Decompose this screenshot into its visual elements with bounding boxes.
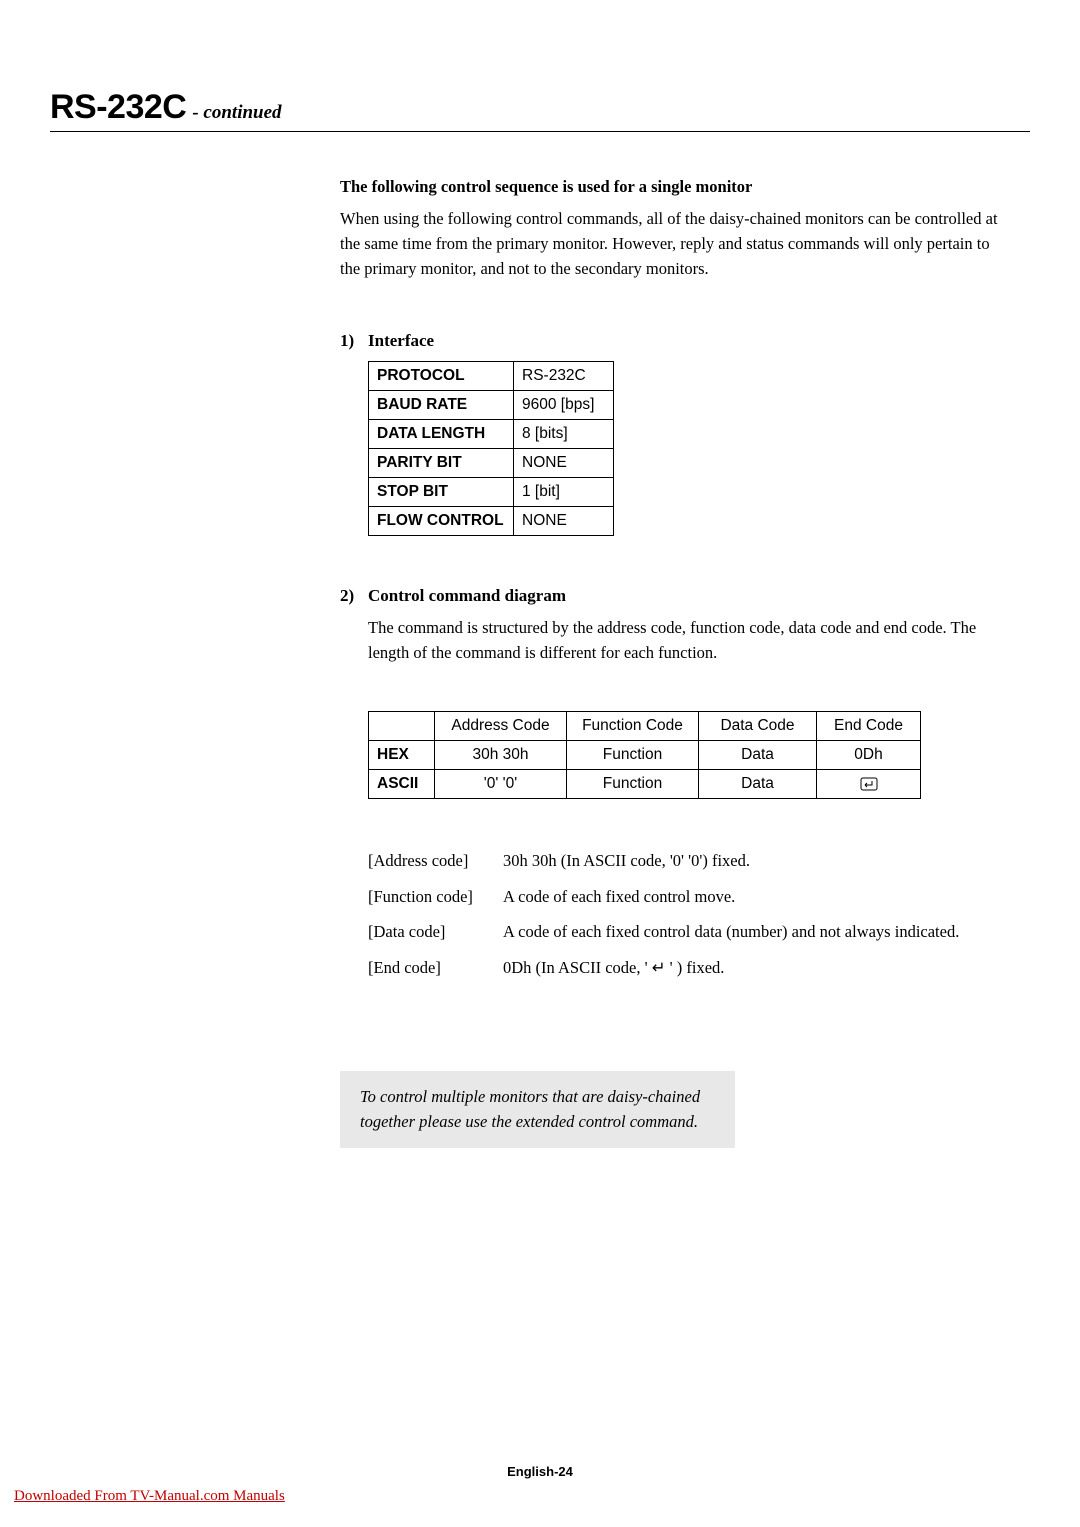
table-row: HEX 30h 30h Function Data 0Dh [369,740,921,769]
intro-paragraph: When using the following control command… [340,207,1005,281]
definition-value: 0Dh (In ASCII code, ' ↵ ' ) fixed. [503,956,1005,981]
definition-label: [Data code] [368,920,503,945]
table-cell-label: ASCII [369,769,435,798]
definition-value: 30h 30h (In ASCII code, '0' '0') fixed. [503,849,1005,874]
table-cell-value: NONE [514,449,614,478]
section-1-number: 1) [340,331,368,351]
section-2-header: 2) Control command diagram [340,586,1005,606]
table-cell-label: DATA LENGTH [369,420,514,449]
intro-heading: The following control sequence is used f… [340,177,1005,197]
table-row: BAUD RATE 9600 [bps] [369,391,614,420]
content-area: The following control sequence is used f… [340,177,1005,1148]
table-cell-label: FLOW CONTROL [369,507,514,536]
definition-value: A code of each fixed control move. [503,885,1005,910]
table-cell: Data [699,769,817,798]
section-2-number: 2) [340,586,368,606]
definition-row: [End code] 0Dh (In ASCII code, ' ↵ ' ) f… [368,956,1005,981]
section-1-header: 1) Interface [340,331,1005,351]
table-cell-value: 1 [bit] [514,478,614,507]
table-cell-label: STOP BIT [369,478,514,507]
header-title: RS-232C [50,88,186,127]
table-row: DATA LENGTH 8 [bits] [369,420,614,449]
table-row: ASCII '0' '0' Function Data [369,769,921,798]
section-2-title: Control command diagram [368,586,566,606]
table-cell: Data [699,740,817,769]
definition-row: [Address code] 30h 30h (In ASCII code, '… [368,849,1005,874]
table-header-row: Address Code Function Code Data Code End… [369,711,921,740]
page-header: RS-232C - continued [50,88,1030,132]
table-row: STOP BIT 1 [bit] [369,478,614,507]
table-cell: Function [567,740,699,769]
footer-page-number: English-24 [0,1464,1080,1479]
table-header-cell: Data Code [699,711,817,740]
table-header-cell: Address Code [435,711,567,740]
definition-value: A code of each fixed control data (numbe… [503,920,1005,945]
interface-table: PROTOCOL RS-232C BAUD RATE 9600 [bps] DA… [368,361,614,536]
code-definitions: [Address code] 30h 30h (In ASCII code, '… [368,849,1005,981]
table-cell-value: RS-232C [514,362,614,391]
definition-label: [End code] [368,956,503,981]
table-header-cell: End Code [817,711,921,740]
table-cell [817,769,921,798]
definition-row: [Data code] A code of each fixed control… [368,920,1005,945]
table-cell: 0Dh [817,740,921,769]
table-header-cell: Function Code [567,711,699,740]
footer-download-link[interactable]: Downloaded From TV-Manual.com Manuals [14,1488,285,1505]
table-row: FLOW CONTROL NONE [369,507,614,536]
definition-row: [Function code] A code of each fixed con… [368,885,1005,910]
note-box: To control multiple monitors that are da… [340,1071,735,1149]
section-2-description: The command is structured by the address… [368,616,1005,666]
table-row: PROTOCOL RS-232C [369,362,614,391]
table-cell-value: NONE [514,507,614,536]
section-1-title: Interface [368,331,434,351]
definition-label: [Address code] [368,849,503,874]
table-cell-value: 8 [bits] [514,420,614,449]
definition-label: [Function code] [368,885,503,910]
table-cell-label: PROTOCOL [369,362,514,391]
command-table: Address Code Function Code Data Code End… [368,711,921,799]
table-cell-label: PARITY BIT [369,449,514,478]
table-cell: 30h 30h [435,740,567,769]
table-cell-value: 9600 [bps] [514,391,614,420]
header-subtitle: - continued [192,102,281,124]
table-cell-label: HEX [369,740,435,769]
table-header-cell [369,711,435,740]
table-cell-label: BAUD RATE [369,391,514,420]
table-cell: Function [567,769,699,798]
enter-key-icon [860,777,878,791]
table-cell: '0' '0' [435,769,567,798]
table-row: PARITY BIT NONE [369,449,614,478]
